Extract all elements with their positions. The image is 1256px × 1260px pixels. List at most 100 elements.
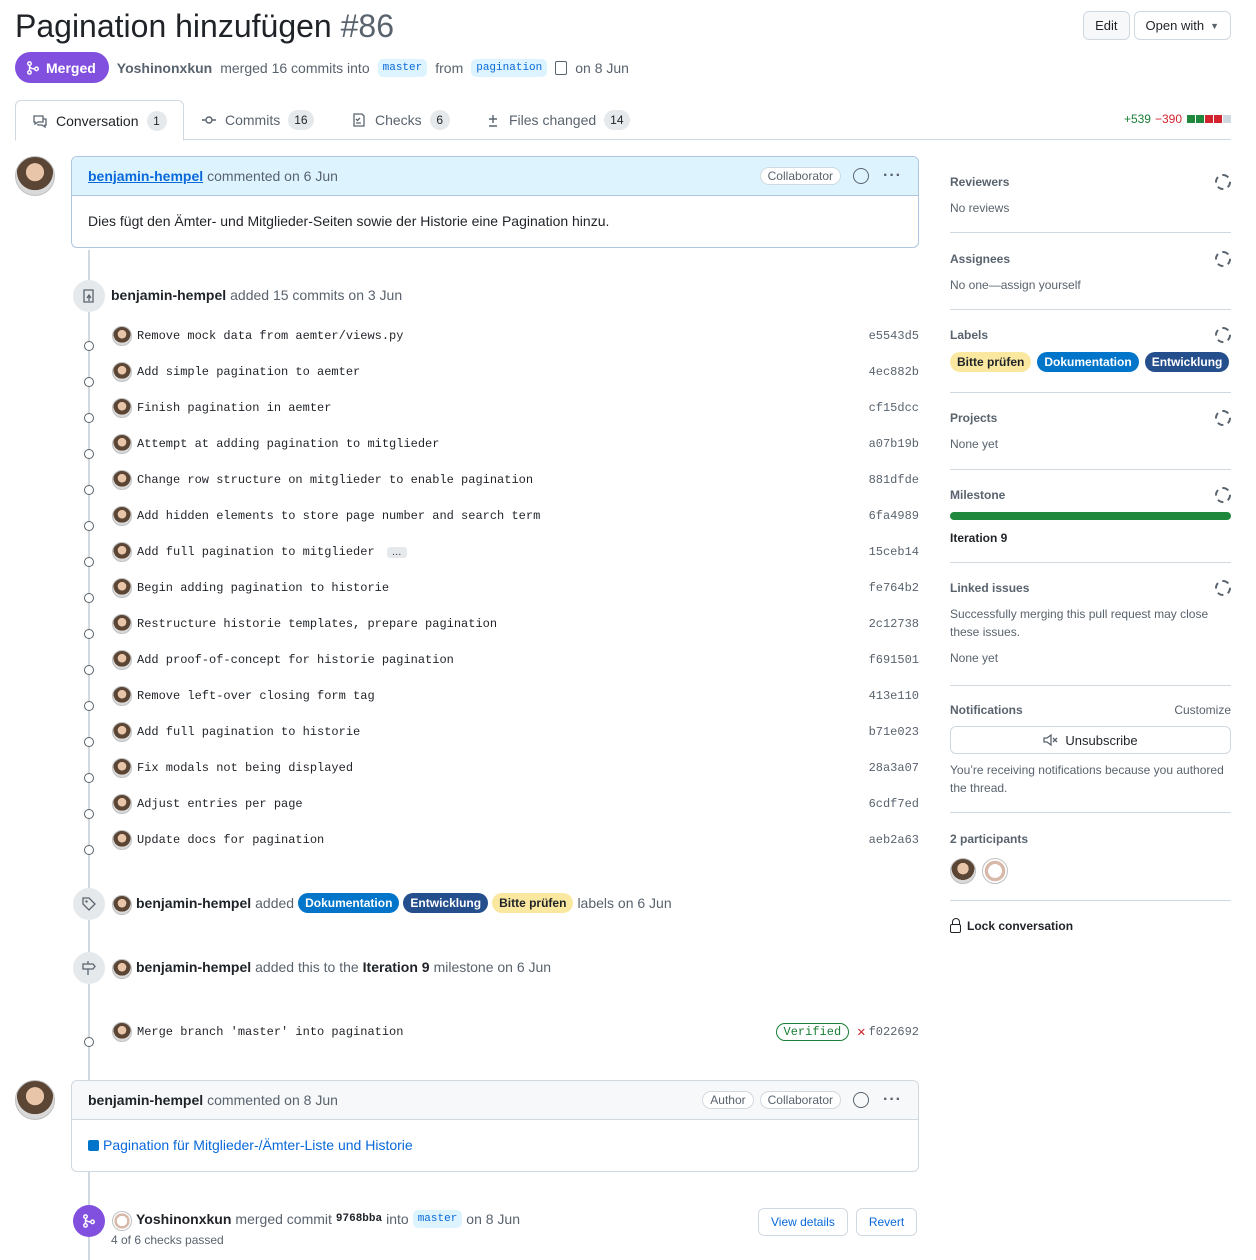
commit-message[interactable]: Change row structure on mitglieder to en…: [137, 473, 533, 487]
commit-sha[interactable]: e5543d5: [869, 329, 919, 343]
head-branch[interactable]: pagination: [471, 58, 548, 77]
reaction-icon[interactable]: [853, 168, 870, 184]
copy-icon[interactable]: [555, 60, 568, 75]
commit-message[interactable]: Restructure historie templates, prepare …: [137, 617, 497, 631]
tab-commits[interactable]: Commits 16: [201, 100, 314, 140]
avatar[interactable]: [112, 758, 132, 778]
kebab-menu-icon[interactable]: ···: [883, 1091, 902, 1109]
gear-icon[interactable]: [1215, 327, 1231, 343]
commit-message[interactable]: Add simple pagination to aemter: [137, 365, 360, 379]
avatar[interactable]: [112, 614, 132, 634]
participant-avatar[interactable]: [982, 858, 1008, 884]
open-with-button[interactable]: Open with ▼: [1133, 11, 1231, 40]
label-bitte-pruefen[interactable]: Bitte prüfen: [950, 352, 1032, 372]
event-author[interactable]: benjamin-hempel: [111, 287, 226, 303]
label-entwicklung[interactable]: Entwicklung: [1144, 352, 1230, 372]
commit-sha[interactable]: f022692: [869, 1025, 919, 1039]
commit-sha[interactable]: 6cdf7ed: [869, 797, 919, 811]
commit-message[interactable]: Adjust entries per page: [137, 797, 303, 811]
expand-commit-button[interactable]: …: [386, 546, 407, 558]
label-bitte-pruefen[interactable]: Bitte prüfen: [492, 893, 574, 913]
revert-button[interactable]: Revert: [855, 1208, 918, 1236]
commit-message[interactable]: Add hidden elements to store page number…: [137, 509, 540, 523]
commit-message[interactable]: Add full pagination to mitglieder: [137, 545, 375, 559]
avatar[interactable]: [112, 542, 132, 562]
commit-sha[interactable]: 4ec882b: [869, 365, 919, 379]
avatar[interactable]: [112, 326, 132, 346]
avatar[interactable]: [15, 156, 55, 196]
tab-checks[interactable]: Checks 6: [351, 100, 450, 140]
avatar[interactable]: [112, 650, 132, 670]
milestone-link[interactable]: Iteration 9: [363, 959, 430, 975]
assignees-title[interactable]: Assignees: [950, 252, 1010, 266]
avatar[interactable]: [112, 398, 132, 418]
reviewers-title[interactable]: Reviewers: [950, 175, 1009, 189]
merger-name[interactable]: Yoshinonxkun: [117, 60, 212, 76]
merge-commit-sha[interactable]: 9768bba: [336, 1213, 382, 1225]
avatar[interactable]: [112, 1022, 132, 1042]
commit-sha[interactable]: 413e110: [869, 689, 919, 703]
commit-sha[interactable]: 15ceb14: [869, 545, 919, 559]
label-dokumentation[interactable]: Dokumentation: [1037, 352, 1139, 372]
lock-conversation[interactable]: Lock conversation: [950, 901, 1231, 933]
event-author[interactable]: benjamin-hempel: [136, 959, 251, 975]
commit-sha[interactable]: fe764b2: [869, 581, 919, 595]
event-author[interactable]: Yoshinonxkun: [136, 1211, 231, 1227]
milestone-title[interactable]: Milestone: [950, 488, 1005, 502]
commit-sha[interactable]: 28a3a07: [869, 761, 919, 775]
target-branch[interactable]: master: [412, 1210, 463, 1228]
label-dokumentation[interactable]: Dokumentation: [298, 893, 400, 913]
commit-message[interactable]: Add full pagination to historie: [137, 725, 360, 739]
gear-icon[interactable]: [1215, 410, 1231, 426]
commit-message[interactable]: Merge branch 'master' into pagination: [137, 1025, 403, 1039]
avatar[interactable]: [112, 506, 132, 526]
avatar[interactable]: [112, 578, 132, 598]
failed-check-icon[interactable]: ✕: [857, 1024, 865, 1041]
commit-sha[interactable]: aeb2a63: [869, 833, 919, 847]
tab-files-changed[interactable]: Files changed 14: [485, 100, 630, 140]
labels-title[interactable]: Labels: [950, 328, 988, 342]
base-branch[interactable]: master: [377, 58, 428, 77]
commit-sha[interactable]: 6fa4989: [869, 509, 919, 523]
comment-author[interactable]: benjamin-hempel: [88, 168, 203, 184]
reaction-icon[interactable]: [853, 1092, 870, 1108]
label-entwicklung[interactable]: Entwicklung: [403, 893, 489, 913]
commit-message[interactable]: Remove left-over closing form tag: [137, 689, 375, 703]
trello-link[interactable]: Pagination für Mitglieder-/Ämter-Liste u…: [103, 1137, 413, 1153]
linked-issues-title[interactable]: Linked issues: [950, 581, 1029, 595]
avatar[interactable]: [112, 830, 132, 850]
milestone-name[interactable]: Iteration 9: [950, 531, 1231, 545]
commit-sha[interactable]: 881dfde: [869, 473, 919, 487]
avatar[interactable]: [112, 794, 132, 814]
customize-link[interactable]: Customize: [1174, 703, 1231, 717]
comment-meta[interactable]: commented on 6 Jun: [207, 168, 338, 184]
commit-sha[interactable]: b71e023: [869, 725, 919, 739]
tab-conversation[interactable]: Conversation 1: [15, 100, 184, 141]
participant-avatar[interactable]: [950, 858, 976, 884]
commit-sha[interactable]: 2c12738: [869, 617, 919, 631]
checks-status[interactable]: 4 of 6 checks passed: [111, 1233, 224, 1247]
edit-button[interactable]: Edit: [1083, 11, 1130, 40]
commit-message[interactable]: Fix modals not being displayed: [137, 761, 353, 775]
event-author[interactable]: benjamin-hempel: [136, 895, 251, 911]
commit-message[interactable]: Update docs for pagination: [137, 833, 324, 847]
avatar[interactable]: [112, 722, 132, 742]
commit-sha[interactable]: f691501: [869, 653, 919, 667]
comment-author[interactable]: benjamin-hempel: [88, 1092, 203, 1108]
commit-sha[interactable]: cf15dcc: [869, 401, 919, 415]
avatar[interactable]: [112, 434, 132, 454]
commit-message[interactable]: Attempt at adding pagination to mitglied…: [137, 437, 439, 451]
gear-icon[interactable]: [1215, 580, 1231, 596]
avatar[interactable]: [112, 959, 132, 979]
verified-badge[interactable]: Verified: [775, 1023, 850, 1041]
assignees-value[interactable]: No one—assign yourself: [950, 278, 1231, 292]
avatar[interactable]: [15, 1080, 55, 1120]
kebab-menu-icon[interactable]: ···: [883, 167, 902, 185]
projects-title[interactable]: Projects: [950, 411, 997, 425]
gear-icon[interactable]: [1215, 174, 1231, 190]
avatar[interactable]: [112, 1211, 132, 1231]
commit-message[interactable]: Remove mock data from aemter/views.py: [137, 329, 403, 343]
commit-message[interactable]: Finish pagination in aemter: [137, 401, 331, 415]
commit-message[interactable]: Begin adding pagination to historie: [137, 581, 389, 595]
view-details-button[interactable]: View details: [758, 1208, 848, 1236]
